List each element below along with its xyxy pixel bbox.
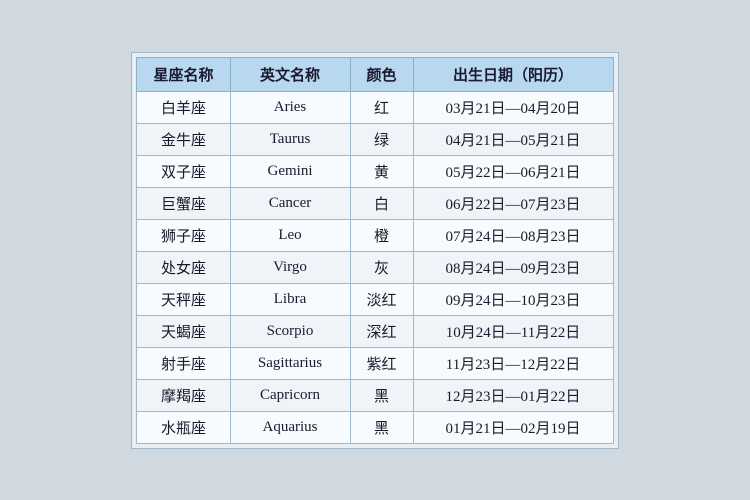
cell-cn: 巨蟹座 [137,187,230,219]
table-row: 白羊座Aries红03月21日—04月20日 [137,91,613,123]
header-color: 颜色 [350,57,413,91]
cell-date: 01月21日—02月19日 [413,411,613,443]
cell-color: 白 [350,187,413,219]
cell-cn: 处女座 [137,251,230,283]
table-row: 双子座Gemini黄05月22日—06月21日 [137,155,613,187]
cell-cn: 水瓶座 [137,411,230,443]
cell-date: 10月24日—11月22日 [413,315,613,347]
cell-cn: 天蝎座 [137,315,230,347]
table-row: 天秤座Libra淡红09月24日—10月23日 [137,283,613,315]
cell-date: 11月23日—12月22日 [413,347,613,379]
cell-en: Aquarius [230,411,350,443]
cell-color: 灰 [350,251,413,283]
cell-en: Capricorn [230,379,350,411]
cell-en: Virgo [230,251,350,283]
zodiac-table-container: 星座名称 英文名称 颜色 出生日期（阳历） 白羊座Aries红03月21日—04… [131,52,618,449]
header-date: 出生日期（阳历） [413,57,613,91]
cell-en: Sagittarius [230,347,350,379]
cell-date: 03月21日—04月20日 [413,91,613,123]
header-cn: 星座名称 [137,57,230,91]
cell-color: 绿 [350,123,413,155]
table-row: 狮子座Leo橙07月24日—08月23日 [137,219,613,251]
cell-cn: 摩羯座 [137,379,230,411]
cell-cn: 射手座 [137,347,230,379]
table-row: 巨蟹座Cancer白06月22日—07月23日 [137,187,613,219]
cell-date: 12月23日—01月22日 [413,379,613,411]
cell-date: 09月24日—10月23日 [413,283,613,315]
cell-en: Cancer [230,187,350,219]
cell-cn: 白羊座 [137,91,230,123]
cell-color: 淡红 [350,283,413,315]
cell-date: 05月22日—06月21日 [413,155,613,187]
cell-cn: 天秤座 [137,283,230,315]
table-row: 天蝎座Scorpio深红10月24日—11月22日 [137,315,613,347]
header-en: 英文名称 [230,57,350,91]
cell-date: 04月21日—05月21日 [413,123,613,155]
table-row: 水瓶座Aquarius黑01月21日—02月19日 [137,411,613,443]
table-row: 射手座Sagittarius紫红11月23日—12月22日 [137,347,613,379]
cell-color: 红 [350,91,413,123]
cell-date: 08月24日—09月23日 [413,251,613,283]
cell-en: Scorpio [230,315,350,347]
table-row: 金牛座Taurus绿04月21日—05月21日 [137,123,613,155]
cell-color: 黑 [350,379,413,411]
cell-cn: 金牛座 [137,123,230,155]
cell-cn: 狮子座 [137,219,230,251]
cell-color: 橙 [350,219,413,251]
table-row: 摩羯座Capricorn黑12月23日—01月22日 [137,379,613,411]
table-row: 处女座Virgo灰08月24日—09月23日 [137,251,613,283]
cell-color: 紫红 [350,347,413,379]
cell-color: 黑 [350,411,413,443]
cell-en: Gemini [230,155,350,187]
cell-date: 06月22日—07月23日 [413,187,613,219]
cell-date: 07月24日—08月23日 [413,219,613,251]
cell-en: Libra [230,283,350,315]
cell-color: 深红 [350,315,413,347]
table-header-row: 星座名称 英文名称 颜色 出生日期（阳历） [137,57,613,91]
cell-en: Leo [230,219,350,251]
cell-color: 黄 [350,155,413,187]
cell-en: Taurus [230,123,350,155]
zodiac-table: 星座名称 英文名称 颜色 出生日期（阳历） 白羊座Aries红03月21日—04… [136,57,613,444]
cell-en: Aries [230,91,350,123]
cell-cn: 双子座 [137,155,230,187]
